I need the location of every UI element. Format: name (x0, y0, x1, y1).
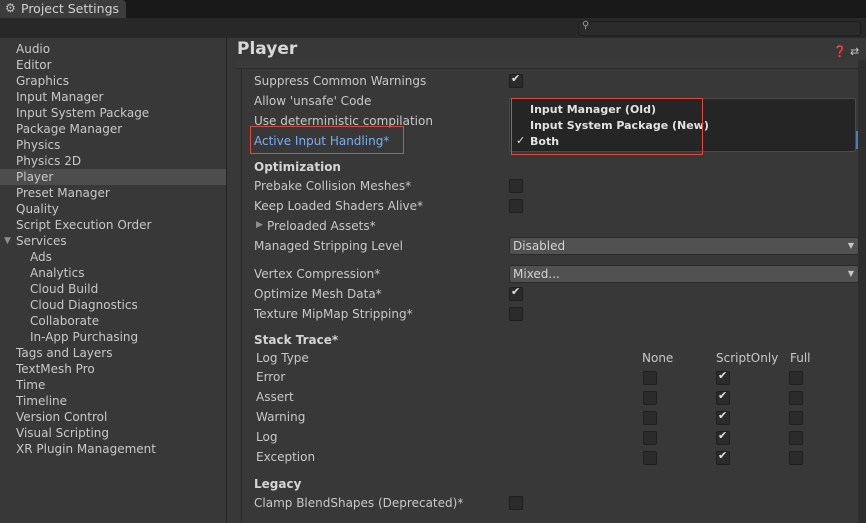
sidebar-item-script-execution-order[interactable]: Script Execution Order (16, 217, 151, 233)
assert-none-checkbox[interactable] (643, 391, 657, 405)
sidebar-item-textmesh-pro[interactable]: TextMesh Pro (16, 361, 95, 377)
vertex-compression-value: Mixed... (513, 267, 560, 281)
log-type-column-header: Log Type (256, 351, 309, 365)
sidebar-item-services[interactable]: Services (16, 233, 67, 249)
assert-full-checkbox[interactable] (789, 391, 803, 405)
sidebar-item-time[interactable]: Time (16, 377, 45, 393)
title-bar (0, 0, 866, 18)
sidebar-item-cloud-diagnostics[interactable]: Cloud Diagnostics (30, 297, 138, 313)
gear-icon: ⚙ (5, 1, 16, 15)
sidebar-item-graphics[interactable]: Graphics (16, 73, 69, 89)
preloaded-assets-foldout[interactable]: Preloaded Assets* (267, 217, 376, 235)
warning-scriptonly-checkbox[interactable]: ✔ (716, 409, 730, 425)
sidebar-item-collaborate[interactable]: Collaborate (30, 313, 99, 329)
keep-loaded-shaders-checkbox[interactable] (509, 199, 523, 213)
sidebar-item-player[interactable]: Player (16, 169, 53, 185)
full-column-header: Full (790, 351, 811, 365)
suppress-common-warnings-label: Suppress Common Warnings (254, 74, 427, 88)
log-full-checkbox[interactable] (789, 431, 803, 445)
exception-full-checkbox[interactable] (789, 451, 803, 465)
log-scriptonly-checkbox[interactable]: ✔ (716, 429, 730, 445)
sidebar-item-cloud-build[interactable]: Cloud Build (30, 281, 98, 297)
managed-stripping-level-label: Managed Stripping Level (254, 239, 403, 253)
log-none-checkbox[interactable] (643, 431, 657, 445)
highlight-box-popup-options (511, 98, 703, 155)
window-title: Project Settings (21, 1, 120, 16)
chevron-down-icon: ▼ (847, 241, 854, 250)
clamp-blendshapes-label: Clamp BlendShapes (Deprecated)* (254, 496, 464, 510)
optimization-header: Optimization (254, 160, 341, 174)
search-icon: ⚲ (582, 20, 590, 31)
allow-unsafe-code-label: Allow 'unsafe' Code (254, 94, 372, 108)
sidebar-item-xr-plugin-management[interactable]: XR Plugin Management (16, 441, 156, 457)
texture-mipmap-stripping-checkbox[interactable] (509, 307, 523, 321)
checkmark-icon: ✔ (718, 409, 728, 422)
checkmark-icon: ✔ (511, 285, 521, 298)
sidebar-item-input-system-package[interactable]: Input System Package (16, 105, 149, 121)
chevron-down-icon: ▼ (847, 269, 854, 278)
checkmark-icon: ✔ (718, 449, 728, 462)
sidebar-item-in-app-purchasing[interactable]: In-App Purchasing (30, 329, 138, 345)
texture-mipmap-stripping-label: Texture MipMap Stripping* (254, 307, 413, 321)
managed-stripping-level-dropdown[interactable]: Disabled ▼ (509, 237, 859, 255)
optimize-mesh-data-label: Optimize Mesh Data* (254, 287, 382, 301)
section-divider (236, 60, 858, 69)
warning-full-checkbox[interactable] (789, 411, 803, 425)
sidebar-item-timeline[interactable]: Timeline (16, 393, 67, 409)
managed-stripping-level-value: Disabled (513, 239, 566, 253)
search-input[interactable]: ⚲ (578, 20, 861, 36)
foldout-arrow-icon[interactable]: ▶ (256, 220, 263, 230)
scrollbar[interactable] (858, 60, 866, 523)
sidebar-item-package-manager[interactable]: Package Manager (16, 121, 122, 137)
assert-scriptonly-checkbox[interactable]: ✔ (716, 389, 730, 405)
exception-none-checkbox[interactable] (643, 451, 657, 465)
sidebar-item-tags-and-layers[interactable]: Tags and Layers (16, 345, 112, 361)
stack-trace-row-label: Log (256, 430, 278, 444)
error-full-checkbox[interactable] (789, 371, 803, 385)
page-title: Player (237, 39, 298, 59)
warning-none-checkbox[interactable] (643, 411, 657, 425)
stack-trace-row-label: Assert (256, 390, 294, 404)
prebake-collision-meshes-label: Prebake Collision Meshes* (254, 179, 412, 193)
vertex-compression-dropdown[interactable]: Mixed... ▼ (509, 265, 859, 283)
error-scriptonly-checkbox[interactable]: ✔ (716, 369, 730, 385)
exception-scriptonly-checkbox[interactable]: ✔ (716, 449, 730, 465)
sidebar-item-input-manager[interactable]: Input Manager (16, 89, 104, 105)
sidebar-item-visual-scripting[interactable]: Visual Scripting (16, 425, 109, 441)
sidebar-item-physics[interactable]: Physics (16, 137, 60, 153)
checkmark-icon: ✔ (718, 429, 728, 442)
prebake-collision-meshes-checkbox[interactable] (509, 179, 523, 193)
preset-icon[interactable]: ⇄ (850, 45, 859, 58)
sidebar-item-analytics[interactable]: Analytics (30, 265, 85, 281)
settings-sidebar: Audio Editor Graphics Input Manager Inpu… (0, 38, 227, 523)
help-icon[interactable]: ❓ (833, 45, 847, 58)
sidebar-item-editor[interactable]: Editor (16, 57, 52, 73)
legacy-header: Legacy (254, 477, 302, 491)
vertex-compression-label: Vertex Compression* (254, 267, 381, 281)
expand-arrow-icon[interactable]: ▼ (4, 236, 11, 246)
sidebar-item-version-control[interactable]: Version Control (16, 409, 107, 425)
clamp-blendshapes-checkbox[interactable] (509, 496, 523, 510)
scriptonly-column-header: ScriptOnly (716, 351, 779, 365)
stack-trace-row-label: Warning (256, 410, 306, 424)
keep-loaded-shaders-label: Keep Loaded Shaders Alive* (254, 199, 424, 213)
optimize-mesh-data-checkbox[interactable]: ✔ (509, 285, 523, 301)
sidebar-item-ads[interactable]: Ads (30, 249, 52, 265)
window-tab[interactable]: ⚙ Project Settings (0, 0, 126, 18)
none-column-header: None (642, 351, 674, 365)
checkmark-icon: ✔ (718, 389, 728, 402)
sidebar-item-audio[interactable]: Audio (16, 41, 50, 57)
error-none-checkbox[interactable] (643, 371, 657, 385)
suppress-common-warnings-checkbox[interactable]: ✔ (509, 72, 523, 88)
sidebar-item-physics-2d[interactable]: Physics 2D (16, 153, 81, 169)
sidebar-item-quality[interactable]: Quality (16, 201, 59, 217)
inspector-indent-line (241, 68, 242, 523)
checkmark-icon: ✔ (718, 369, 728, 382)
checkmark-icon: ✔ (511, 72, 521, 85)
highlight-box-active-input (250, 126, 404, 154)
sidebar-item-preset-manager[interactable]: Preset Manager (16, 185, 110, 201)
stack-trace-row-label: Error (256, 370, 286, 384)
stack-trace-header: Stack Trace* (254, 333, 339, 347)
stack-trace-row-label: Exception (256, 450, 316, 464)
